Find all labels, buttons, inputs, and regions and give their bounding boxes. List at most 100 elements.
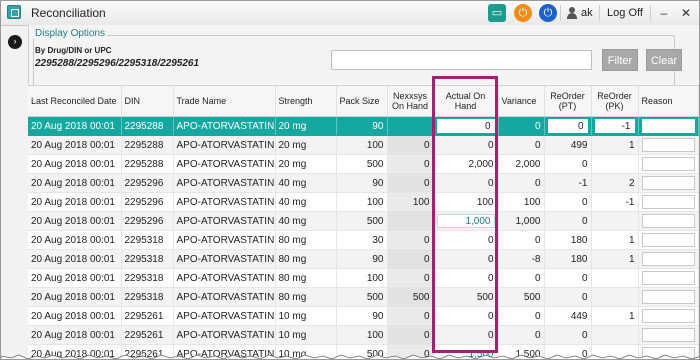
cell-reason[interactable] <box>638 325 699 345</box>
cell-reason[interactable] <box>638 154 699 174</box>
cell-din: 2295288 <box>121 154 174 174</box>
cell-strength: 40 mg <box>275 192 337 212</box>
cell-reason-input[interactable] <box>641 157 695 171</box>
cell-actual-on-hand-input[interactable]: 0 <box>437 271 495 285</box>
cell-strength: 10 mg <box>275 306 337 326</box>
cell-actual-on-hand-input[interactable]: 0 <box>437 328 495 342</box>
cell-pack-size: 90 <box>336 173 388 193</box>
cell-reason-input[interactable] <box>641 290 695 304</box>
cell-reason-input[interactable] <box>641 119 695 133</box>
cell-pack-size: 90 <box>336 116 388 136</box>
cell-actual-on-hand[interactable]: 100 <box>433 192 499 212</box>
cell-actual-on-hand-input[interactable]: 0 <box>437 138 495 152</box>
minimize-button[interactable]: – <box>655 4 673 22</box>
cell-reason[interactable] <box>638 135 699 155</box>
cell-reason-input[interactable] <box>641 252 695 266</box>
col-header-reason[interactable]: Reason <box>638 86 699 117</box>
cell-actual-on-hand[interactable]: 0 <box>433 135 499 155</box>
col-header-pack-size[interactable]: Pack Size <box>336 86 388 117</box>
cell-din: 2295296 <box>121 192 174 212</box>
table-row[interactable]: 20 Aug 2018 00:01 2295261 APO-ATORVASTATIN… <box>28 325 699 345</box>
cell-actual-on-hand[interactable]: 0 <box>433 249 499 269</box>
col-header-reorder-pk[interactable]: ReOrder (PK) <box>591 86 639 117</box>
cell-reason-input[interactable] <box>641 233 695 247</box>
cell-reorder-pk[interactable]: -1 <box>591 116 639 136</box>
table-row[interactable]: 20 Aug 2018 00:01 2295318 APO-ATORVASTATIN… <box>28 268 699 288</box>
torn-edge <box>1 354 699 359</box>
cell-actual-on-hand[interactable]: 0 <box>433 268 499 288</box>
table-row[interactable]: 20 Aug 2018 00:01 2295296 APO-ATORVASTATIN… <box>28 211 699 231</box>
power-orange-icon[interactable]: ⏻ <box>514 4 532 22</box>
table-row[interactable]: 20 Aug 2018 00:01 2295261 APO-ATORVASTATIN… <box>28 306 699 326</box>
cell-reason-input[interactable] <box>641 328 695 342</box>
cell-reason[interactable] <box>638 230 699 250</box>
cell-trade-name: APO-ATORVASTATIN <box>173 135 276 155</box>
power-blue-icon[interactable]: ⏻ <box>539 4 557 22</box>
cell-reason-input[interactable] <box>641 214 695 228</box>
table-row[interactable]: 20 Aug 2018 00:01 2295318 APO-ATORVASTATIN… <box>28 287 699 307</box>
cell-reason[interactable] <box>638 173 699 193</box>
cell-reason[interactable] <box>638 192 699 212</box>
cell-actual-on-hand-input[interactable]: 500 <box>437 290 495 304</box>
col-header-reorder-pt[interactable]: ReOrder (PT) <box>544 86 592 117</box>
cell-reason[interactable] <box>638 211 699 231</box>
monitor-icon[interactable]: ▭ <box>488 4 506 22</box>
table-row[interactable]: 20 Aug 2018 00:01 2295288 APO-ATORVASTATIN… <box>28 154 699 174</box>
table-row[interactable]: 20 Aug 2018 00:01 2295318 APO-ATORVASTATIN… <box>28 230 699 250</box>
cell-reason[interactable] <box>638 306 699 326</box>
cell-actual-on-hand-input[interactable]: 0 <box>436 119 495 133</box>
col-header-variance[interactable]: Variance <box>498 86 545 117</box>
log-off-button[interactable]: Log Off <box>603 4 647 22</box>
sidebar-toggle-icon[interactable]: › <box>8 35 22 49</box>
table-row[interactable]: 20 Aug 2018 00:01 2295296 APO-ATORVASTATIN… <box>28 173 699 193</box>
table-row[interactable]: 20 Aug 2018 00:01 2295296 APO-ATORVASTATIN… <box>28 192 699 212</box>
toolbar-divider <box>560 5 561 21</box>
cell-reorder-pt: 0 <box>544 154 592 174</box>
cell-reason[interactable] <box>638 287 699 307</box>
col-header-actual-on-hand[interactable]: Actual On Hand <box>433 86 499 117</box>
cell-actual-on-hand[interactable]: 2,000 <box>433 154 499 174</box>
cell-din: 2295296 <box>121 211 174 231</box>
cell-actual-on-hand[interactable]: 500 <box>433 287 499 307</box>
cell-actual-on-hand-input[interactable]: 0 <box>437 309 495 323</box>
cell-reason-input[interactable] <box>641 309 695 323</box>
cell-pack-size: 100 <box>336 325 388 345</box>
table-row[interactable]: 20 Aug 2018 00:01 2295318 APO-ATORVASTATIN… <box>28 249 699 269</box>
cell-actual-on-hand-input[interactable]: 2,000 <box>437 157 495 171</box>
cell-reason[interactable] <box>638 268 699 288</box>
cell-actual-on-hand[interactable]: 0 <box>433 325 499 345</box>
clear-button[interactable]: Clear <box>646 49 682 71</box>
cell-actual-on-hand[interactable]: 0 <box>433 173 499 193</box>
col-header-last-reconciled-date[interactable]: Last Reconciled Date <box>28 86 122 117</box>
cell-actual-on-hand-input[interactable]: 0 <box>437 252 495 266</box>
cell-actual-on-hand-input[interactable]: 0 <box>437 233 495 247</box>
cell-actual-on-hand[interactable]: 0 <box>433 306 499 326</box>
cell-actual-on-hand[interactable]: 0 <box>433 230 499 250</box>
cell-reorder-pt: 0 <box>544 192 592 212</box>
cell-reorder-pt: 180 <box>544 249 592 269</box>
filter-button[interactable]: Filter <box>602 49 638 71</box>
cell-reorder-pt[interactable]: 0 <box>544 116 592 136</box>
cell-strength: 20 mg <box>275 116 337 136</box>
cell-actual-on-hand-input[interactable]: 1,000 <box>436 214 495 228</box>
cell-reorder-pk-input[interactable]: -1 <box>594 119 635 133</box>
col-header-nexxsys-on-hand[interactable]: Nexxsys On Hand <box>387 86 434 117</box>
col-header-din[interactable]: DIN <box>121 86 174 117</box>
col-header-trade-name[interactable]: Trade Name <box>173 86 276 117</box>
cell-actual-on-hand[interactable]: 1,000 <box>433 211 499 231</box>
close-button[interactable]: ✕ <box>677 4 695 22</box>
cell-reason-input[interactable] <box>641 176 695 190</box>
table-row[interactable]: 20 Aug 2018 00:01 2295288 APO-ATORVASTATIN… <box>28 116 699 136</box>
cell-actual-on-hand-input[interactable]: 0 <box>437 176 495 190</box>
cell-actual-on-hand[interactable]: 0 <box>433 116 499 136</box>
cell-actual-on-hand-input[interactable]: 100 <box>437 195 495 209</box>
cell-reason[interactable] <box>638 116 699 136</box>
cell-reason[interactable] <box>638 249 699 269</box>
cell-reorder-pt-input[interactable]: 0 <box>547 119 588 133</box>
table-row[interactable]: 20 Aug 2018 00:01 2295288 APO-ATORVASTATIN… <box>28 135 699 155</box>
cell-reason-input[interactable] <box>641 138 695 152</box>
search-input[interactable] <box>331 50 592 70</box>
cell-reason-input[interactable] <box>641 271 695 285</box>
cell-reason-input[interactable] <box>641 195 695 209</box>
col-header-strength[interactable]: Strength <box>275 86 337 117</box>
